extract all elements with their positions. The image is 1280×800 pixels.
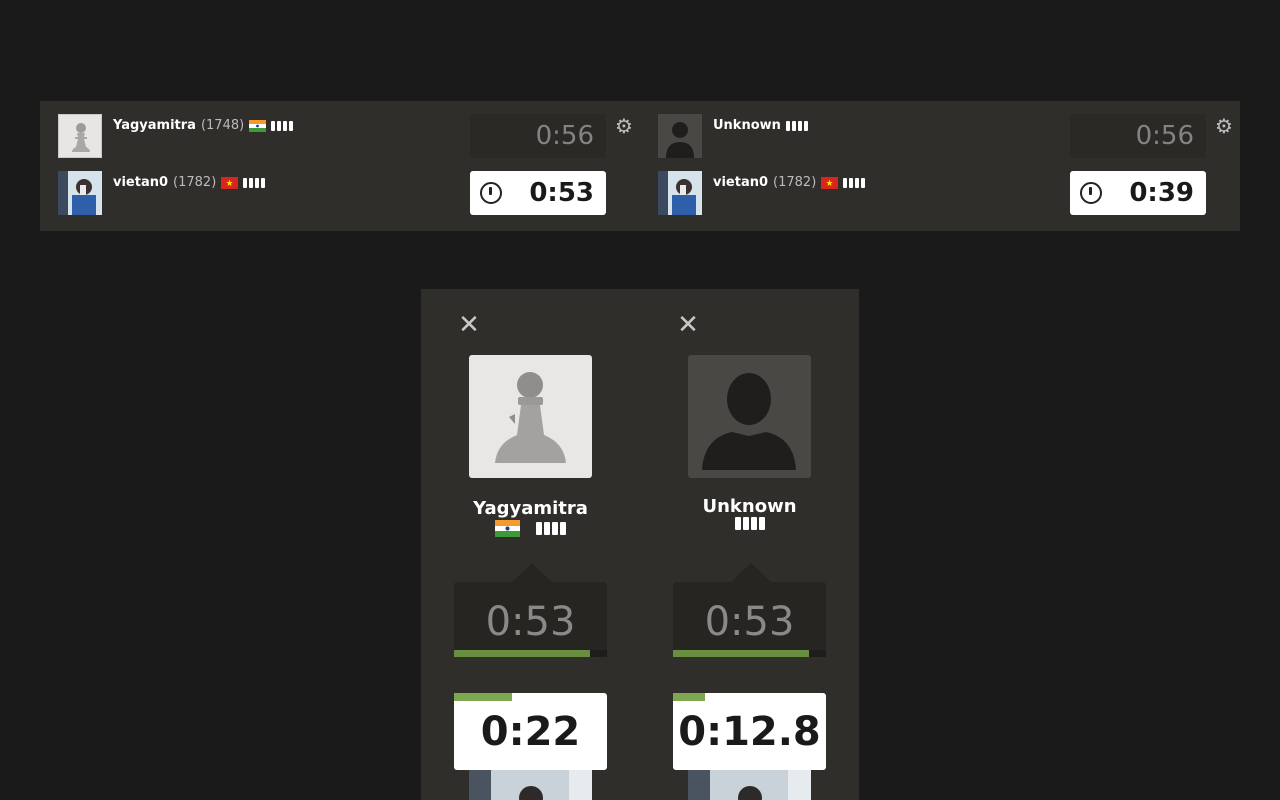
time-progress-bar xyxy=(673,693,826,701)
opponent-clock: 0:56 xyxy=(1070,114,1206,158)
pawn-avatar[interactable] xyxy=(58,114,102,158)
clock-icon xyxy=(480,182,502,204)
player-meta xyxy=(640,517,859,530)
connection-bars-icon xyxy=(785,120,808,131)
username[interactable]: vietan0 xyxy=(713,175,768,190)
player-name[interactable]: Unknown xyxy=(640,496,859,517)
close-icon[interactable]: ✕ xyxy=(457,312,481,338)
connection-bars-icon xyxy=(271,120,294,131)
user-photo-avatar[interactable] xyxy=(58,171,102,215)
opponent-row: Yagyamitra (1748) 0:56 xyxy=(58,114,618,158)
connection-bars-icon xyxy=(243,177,266,188)
username[interactable]: vietan0 xyxy=(113,175,168,190)
player-column: ✕ Unknown 0:53 0:12.8 xyxy=(640,289,859,800)
player-row: vietan0 (1782) 0:39 xyxy=(658,171,1218,215)
user-photo-avatar[interactable] xyxy=(688,770,811,800)
connection-bars-icon xyxy=(536,522,566,535)
player-row: vietan0 (1782) 0:53 xyxy=(58,171,618,215)
gear-icon[interactable]: ⚙ xyxy=(613,115,635,137)
rating: (1748) xyxy=(200,118,245,133)
username[interactable]: Unknown xyxy=(713,118,781,133)
pawn-avatar[interactable] xyxy=(469,355,592,478)
opponent-name[interactable]: Unknown xyxy=(713,118,808,133)
player-name[interactable]: Yagyamitra xyxy=(421,498,640,519)
clock-time: 0:53 xyxy=(485,599,576,645)
vietnam-flag-icon xyxy=(821,176,839,189)
opponent-row: Unknown 0:56 xyxy=(658,114,1218,158)
close-icon[interactable]: ✕ xyxy=(676,312,700,338)
silhouette-avatar[interactable] xyxy=(658,114,702,158)
user-photo-avatar[interactable] xyxy=(658,171,702,215)
time-progress-bar xyxy=(454,650,607,657)
clock-icon xyxy=(1080,182,1102,204)
clock-time: 0:39 xyxy=(1129,178,1194,208)
game-card: Unknown 0:56 vietan0 (1782) 0:39 ⚙ xyxy=(640,101,1240,231)
game-card: Yagyamitra (1748) 0:56 vietan0 (1782) 0:… xyxy=(40,101,640,231)
player-column: ✕ Yagyamitra 0:53 0:22 xyxy=(421,289,640,800)
clock-time: 0:22 xyxy=(480,709,581,755)
username[interactable]: Yagyamitra xyxy=(113,118,196,133)
connection-bars-icon xyxy=(734,517,765,530)
vietnam-flag-icon xyxy=(221,176,239,189)
player-clock: 0:12.8 xyxy=(673,693,826,788)
clock-time: 0:56 xyxy=(535,121,594,151)
clock-time: 0:53 xyxy=(704,599,795,645)
rating: (1782) xyxy=(173,175,217,190)
time-progress-bar xyxy=(454,693,607,701)
opponent-clock: 0:53 xyxy=(673,563,826,657)
player-clock: 0:53 xyxy=(470,171,606,215)
india-flag-icon xyxy=(495,520,520,537)
player-meta xyxy=(421,520,640,537)
opponent-clock: 0:53 xyxy=(454,563,607,657)
clock-time: 0:12.8 xyxy=(678,709,821,755)
opponent-clock: 0:56 xyxy=(470,114,606,158)
vertical-player-panel: ✕ Yagyamitra 0:53 0:22 ✕ Unknown 0:53 0:… xyxy=(421,289,859,800)
player-name[interactable]: vietan0 (1782) xyxy=(113,175,266,190)
clock-time: 0:53 xyxy=(529,178,594,208)
silhouette-avatar[interactable] xyxy=(688,355,811,478)
user-photo-avatar[interactable] xyxy=(469,770,592,800)
india-flag-icon xyxy=(249,119,267,132)
opponent-name[interactable]: Yagyamitra (1748) xyxy=(113,118,294,133)
time-progress-bar xyxy=(673,650,826,657)
player-name[interactable]: vietan0 (1782) xyxy=(713,175,866,190)
player-clock: 0:22 xyxy=(454,693,607,788)
rating: (1782) xyxy=(773,175,817,190)
player-bar: Yagyamitra (1748) 0:56 vietan0 (1782) 0:… xyxy=(40,101,1240,231)
clock-time: 0:56 xyxy=(1135,121,1194,151)
connection-bars-icon xyxy=(843,177,866,188)
player-clock: 0:39 xyxy=(1070,171,1206,215)
gear-icon[interactable]: ⚙ xyxy=(1213,115,1235,137)
